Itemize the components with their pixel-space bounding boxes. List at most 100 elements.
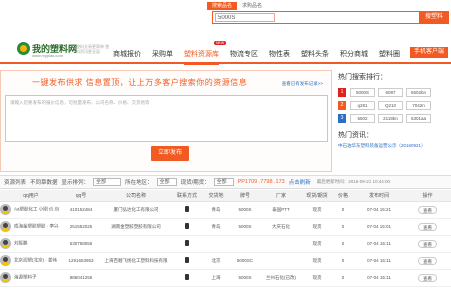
search-box: 搜塑料: [212, 11, 449, 24]
col-header: 牌号: [230, 190, 260, 202]
col-header: 厂家: [260, 190, 302, 202]
hot-row: 1 5000S 6097 5502bn: [338, 86, 448, 99]
contact-cell[interactable]: [172, 201, 202, 219]
publish-textarea[interactable]: 请输入您要发布的报价信息，可批量发布，公司名称、价格、交货地等: [5, 95, 328, 142]
company-name[interactable]: 厦门弘达化工有限公司: [100, 201, 172, 219]
company-name[interactable]: [100, 269, 172, 287]
nav-item-logistics[interactable]: 物流专区: [230, 49, 258, 59]
price: 0: [332, 235, 354, 253]
publish-button[interactable]: 立即发布: [151, 146, 189, 161]
user-cell[interactable]: 北京润塑(北京) · 姜伟: [0, 252, 62, 270]
user-cell[interactable]: 成海金塑胶塑胶 · 李兴: [0, 218, 62, 236]
header: 我的塑料网 www.myplas.com 塑料交易更简单 塑料资讯更全面 商城报…: [0, 38, 451, 65]
publish-time: 07-04 15:21: [354, 201, 404, 219]
user-name: 北京润塑(北京) · 姜伟: [14, 257, 57, 263]
table-row: 北京润塑(北京) · 姜伟 1291653953 上海百顺飞扬化工塑料科技有限 …: [0, 252, 451, 270]
user-cell[interactable]: 海源塑料子: [0, 269, 62, 287]
rank-badge: 1: [338, 88, 346, 97]
logo[interactable]: 我的塑料网 www.myplas.com: [17, 42, 77, 60]
hot-keyword[interactable]: 6097: [378, 88, 403, 97]
col-header: 操作: [404, 190, 451, 202]
nav-item-purchase[interactable]: 采购单: [152, 49, 173, 59]
hot-search-panel: 热门搜索排行： 1 5000S 6097 5502bn 2 q281 Q210 …: [338, 72, 448, 182]
price: 0: [332, 201, 354, 219]
publish-time: 07-04 15:01: [354, 218, 404, 236]
qq-avatar-icon: [0, 221, 11, 232]
action-cell: 查看: [404, 252, 451, 270]
manufacturer: [260, 252, 302, 270]
manufacturer: 泰国PTT: [260, 201, 302, 219]
col-header: 现货/期货: [302, 190, 332, 202]
col-header: 发布时间: [354, 190, 404, 202]
delivery-place: 青岛: [202, 218, 230, 236]
hot-news-title: 热门资讯：: [338, 132, 373, 139]
qq-avatar-icon: [0, 272, 11, 283]
logo-icon: [17, 42, 30, 55]
action-cell: 查看: [404, 201, 451, 219]
search-button[interactable]: 搜塑料: [419, 11, 449, 24]
view-button[interactable]: 查看: [418, 273, 437, 282]
hot-keyword[interactable]: 7042n: [406, 101, 431, 110]
publish-history-link[interactable]: 查看已有发布记录>>: [282, 81, 323, 87]
grade: [230, 235, 260, 253]
user-cell[interactable]: Aa塑胶化工 小刚 价.包: [0, 201, 62, 219]
contact-cell[interactable]: [172, 252, 202, 270]
view-button[interactable]: 查看: [418, 205, 437, 214]
search-input[interactable]: [215, 13, 275, 22]
sort-select[interactable]: 全部: [93, 178, 122, 186]
search-tab-buy[interactable]: 求购品名: [237, 2, 267, 10]
hot-keyword[interactable]: 5000S: [350, 88, 375, 97]
phone-icon: [185, 257, 189, 263]
nav-item-resources[interactable]: 塑料资源库: [184, 49, 219, 65]
view-button[interactable]: 查看: [418, 239, 437, 248]
qq-avatar-icon: [0, 204, 11, 215]
user-name: 成海金塑胶塑胶 · 李兴: [14, 223, 59, 229]
hot-keyword[interactable]: 2119bn: [378, 114, 403, 123]
phone-icon: [185, 206, 189, 212]
search-tabs: 搜索品名 求购品名: [207, 2, 450, 10]
hot-keyword[interactable]: 5502bn: [406, 88, 431, 97]
nav-item-points-mall[interactable]: 积分商城: [340, 49, 368, 59]
resource-table: qq用户 qq号 公司名称 联系方式 交货地 牌号 厂家 现货/期货 价格 发布…: [0, 190, 451, 287]
refresh-link[interactable]: 点击刷新: [289, 178, 311, 186]
search-tab-product[interactable]: 搜索品名: [207, 2, 238, 10]
stock-select[interactable]: 全部: [213, 178, 234, 186]
hot-keyword[interactable]: 5301aa: [406, 114, 431, 123]
col-header: 交货地: [202, 190, 230, 202]
view-button[interactable]: 查看: [418, 222, 437, 231]
qq-number: 1291653953: [62, 252, 100, 270]
hot-keyword[interactable]: Q210: [378, 101, 403, 110]
publish-time: 07-04 15:11: [354, 252, 404, 270]
contact-cell[interactable]: [172, 235, 202, 253]
qq-avatar-icon: [0, 238, 11, 249]
filter-bar: 资源列表 不同章数据 显示排列： 全部 所在地区： 全部 现货/期货： 全部 P…: [0, 175, 451, 189]
main-nav: 商城报价 采购单 塑料资源库 物流专区 物性表 塑料头条 积分商城 塑料圈: [113, 49, 411, 65]
hot-news-link[interactable]: 中石油华东塑料装备运营公示（20160921）: [338, 143, 448, 149]
company-name[interactable]: 湖南金塑胶塑胶有限公司: [100, 218, 172, 236]
region-select[interactable]: 全部: [156, 178, 177, 186]
contact-cell[interactable]: [172, 218, 202, 236]
hot-keyword[interactable]: 5502: [350, 114, 375, 123]
hot-keyword[interactable]: q281: [350, 101, 375, 110]
nav-item-headlines[interactable]: 塑料头条: [301, 49, 329, 59]
table-row: 刘振鹏 530758556 现货 0 07-04 15:11 查看: [0, 235, 451, 253]
nav-item-quotes[interactable]: 商城报价: [113, 49, 141, 59]
qq-number: 986041256: [62, 269, 100, 287]
contact-cell[interactable]: [172, 269, 202, 287]
top-search: 搜索品名 求购品名 搜塑料: [207, 2, 450, 28]
qq-avatar-icon: [0, 255, 11, 266]
action-cell: 查看: [404, 269, 451, 287]
company-name[interactable]: [100, 235, 172, 253]
manufacturer: [260, 235, 302, 253]
user-cell[interactable]: 刘振鹏: [0, 235, 62, 253]
rank-badge: 2: [338, 101, 346, 110]
phone-icon: [185, 274, 189, 280]
view-button[interactable]: 查看: [418, 256, 437, 265]
company-name[interactable]: 上海百顺飞扬化工塑料科技有限: [100, 252, 172, 270]
delivery-place: 青岛: [202, 201, 230, 219]
nav-item-properties[interactable]: 物性表: [269, 49, 290, 59]
grade: 5000SC: [230, 252, 260, 270]
mobile-app-button[interactable]: 手机客户端: [410, 47, 448, 58]
nav-item-circle[interactable]: 塑料圈: [379, 49, 400, 59]
price: 0: [332, 269, 354, 287]
